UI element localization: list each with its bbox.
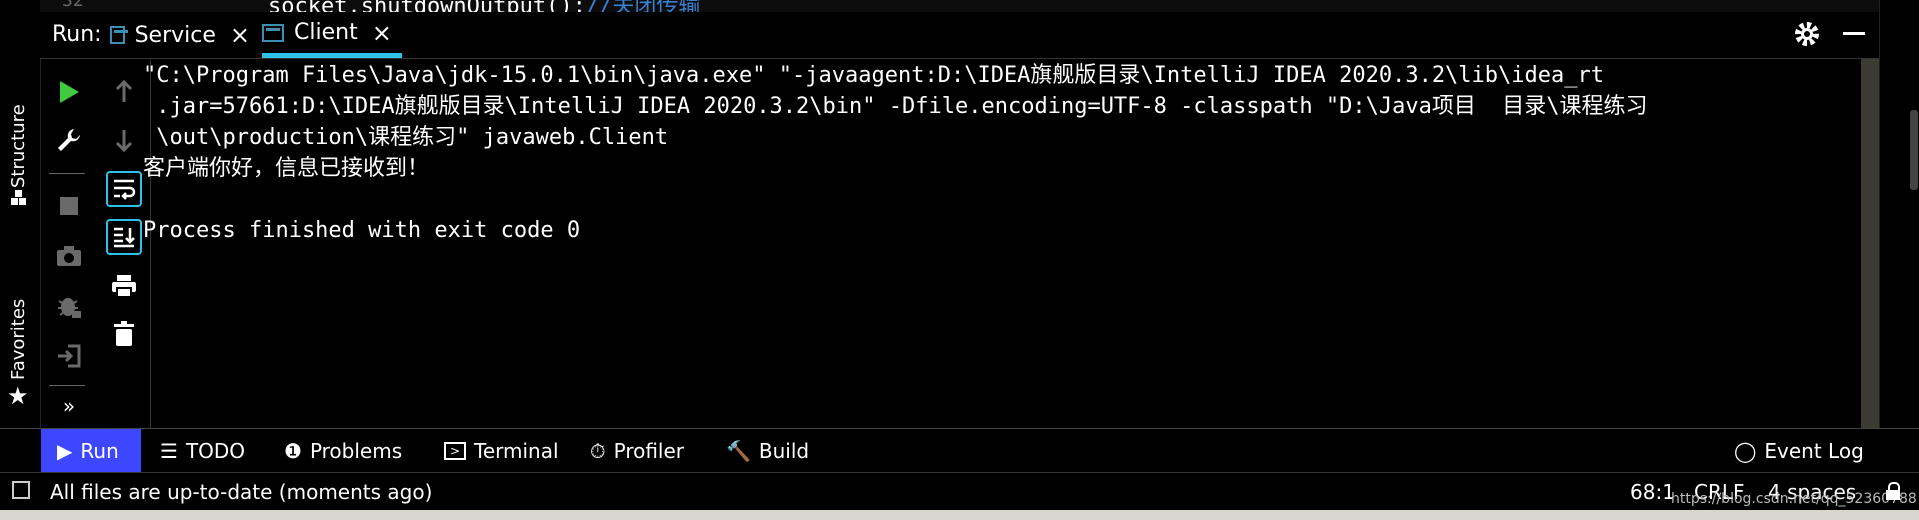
console-line: "C:\Program Files\Java\jdk-15.0.1\bin\ja… <box>143 63 1605 88</box>
play-icon: ▶ <box>57 439 73 463</box>
caret-position[interactable]: 68:1 <box>1630 480 1675 504</box>
tool-window-label: Terminal <box>474 439 559 463</box>
code-comment: //关闭传输 <box>586 0 701 12</box>
stop-icon[interactable] <box>52 189 86 223</box>
debug-icon[interactable] <box>52 289 86 323</box>
wrench-icon[interactable] <box>52 123 86 157</box>
lock-icon[interactable] <box>1886 482 1900 500</box>
console-line: \out\production\课程练习" javaweb.Client <box>143 125 669 150</box>
toolbar-separator <box>49 173 85 174</box>
run-panel-header: Run: Service × Client × <box>40 12 1879 59</box>
info-icon: ❶ <box>284 439 302 463</box>
list-icon: ☰ <box>160 439 178 463</box>
structure-tab[interactable]: Structure <box>6 104 34 210</box>
code-text: socket.shutdownOutput(); <box>268 0 586 12</box>
structure-icon <box>11 190 27 206</box>
tool-window-todo[interactable]: ☰ TODO <box>160 429 245 473</box>
left-tool-strip: Structure Favorites ★ <box>0 0 41 428</box>
console-line: 客户端你好，信息已接收到！ <box>143 156 430 181</box>
camera-icon[interactable] <box>52 239 86 273</box>
tool-window-label: Problems <box>309 439 403 463</box>
star-icon: ★ <box>7 382 29 410</box>
run-panel-label: Run: <box>52 22 102 47</box>
favorites-tab[interactable]: Favorites ★ <box>6 292 34 412</box>
arrow-up-icon[interactable] <box>107 75 141 109</box>
tool-window-event-log[interactable]: ◯ Event Log <box>1734 429 1864 473</box>
tab-client[interactable]: Client × <box>262 12 402 58</box>
tool-window-label: Run <box>80 439 119 463</box>
console-output[interactable]: "C:\Program Files\Java\jdk-15.0.1\bin\ja… <box>143 59 1861 429</box>
console-tab-icon <box>110 26 128 44</box>
tool-window-profiler[interactable]: ⏱ Profiler <box>590 429 684 473</box>
status-bar: All files are up-to-date (moments ago) 6… <box>0 472 1919 511</box>
toggle-tool-windows-icon[interactable] <box>12 481 30 499</box>
tab-service-label: Service <box>134 22 216 48</box>
console-line: .jar=57661:D:\IDEA旗舰版目录\IntelliJ IDEA 20… <box>143 94 1648 119</box>
event-log-label: Event Log <box>1764 439 1864 463</box>
event-log-icon: ◯ <box>1734 439 1757 463</box>
close-icon[interactable]: × <box>372 19 392 47</box>
console-line: Process finished with exit code 0 <box>143 218 581 243</box>
line-number: 32 <box>62 0 84 11</box>
code-line: socket.shutdownOutput();//关闭传输 <box>268 0 700 12</box>
close-icon[interactable]: × <box>230 21 250 49</box>
gear-icon[interactable] <box>1791 18 1823 50</box>
watermark: https://blog.csdn.net/qq_52360788 <box>1671 491 1917 507</box>
tool-window-label: TODO <box>185 439 246 463</box>
tool-window-problems[interactable]: ❶ Problems <box>284 429 402 473</box>
right-tool-strip <box>1879 0 1919 428</box>
tab-service[interactable]: Service × <box>110 12 250 58</box>
tab-client-label: Client <box>294 20 358 45</box>
terminal-icon: > <box>444 442 466 460</box>
favorites-label: Favorites <box>8 298 29 380</box>
soft-wrap-icon[interactable] <box>106 171 142 207</box>
console-scrollbar[interactable] <box>1861 59 1879 429</box>
tool-window-bar: ▶ Run ☰ TODO ❶ Problems > Terminal ⏱ Pro… <box>0 428 1919 473</box>
more-tools-icon[interactable]: » <box>52 389 86 423</box>
tool-window-run[interactable]: ▶ Run <box>41 429 141 473</box>
hammer-icon: 🔨 <box>726 439 751 463</box>
login-icon[interactable] <box>52 339 86 373</box>
taskbar-edge <box>0 510 1919 520</box>
tool-window-build[interactable]: 🔨 Build <box>726 429 809 473</box>
trash-icon[interactable] <box>107 317 141 351</box>
tool-window-terminal[interactable]: > Terminal <box>444 429 559 473</box>
status-message: All files are up-to-date (moments ago) <box>50 480 433 504</box>
scroll-marker <box>1910 110 1918 190</box>
arrow-down-icon[interactable] <box>107 123 141 157</box>
tool-window-label: Profiler <box>613 439 685 463</box>
profiler-icon: ⏱ <box>590 439 606 463</box>
tool-window-label: Build <box>758 439 810 463</box>
editor-partial-line: 32 socket.shutdownOutput();//关闭传输 <box>40 0 1919 12</box>
structure-label: Structure <box>8 104 29 188</box>
rerun-icon[interactable] <box>52 75 86 109</box>
minimize-icon[interactable] <box>1843 32 1865 35</box>
console-tab-icon <box>262 23 284 42</box>
run-toolbar-primary: » <box>41 59 99 429</box>
print-icon[interactable] <box>107 269 141 303</box>
scroll-to-end-icon[interactable] <box>106 219 142 255</box>
toolbar-separator <box>49 385 85 386</box>
